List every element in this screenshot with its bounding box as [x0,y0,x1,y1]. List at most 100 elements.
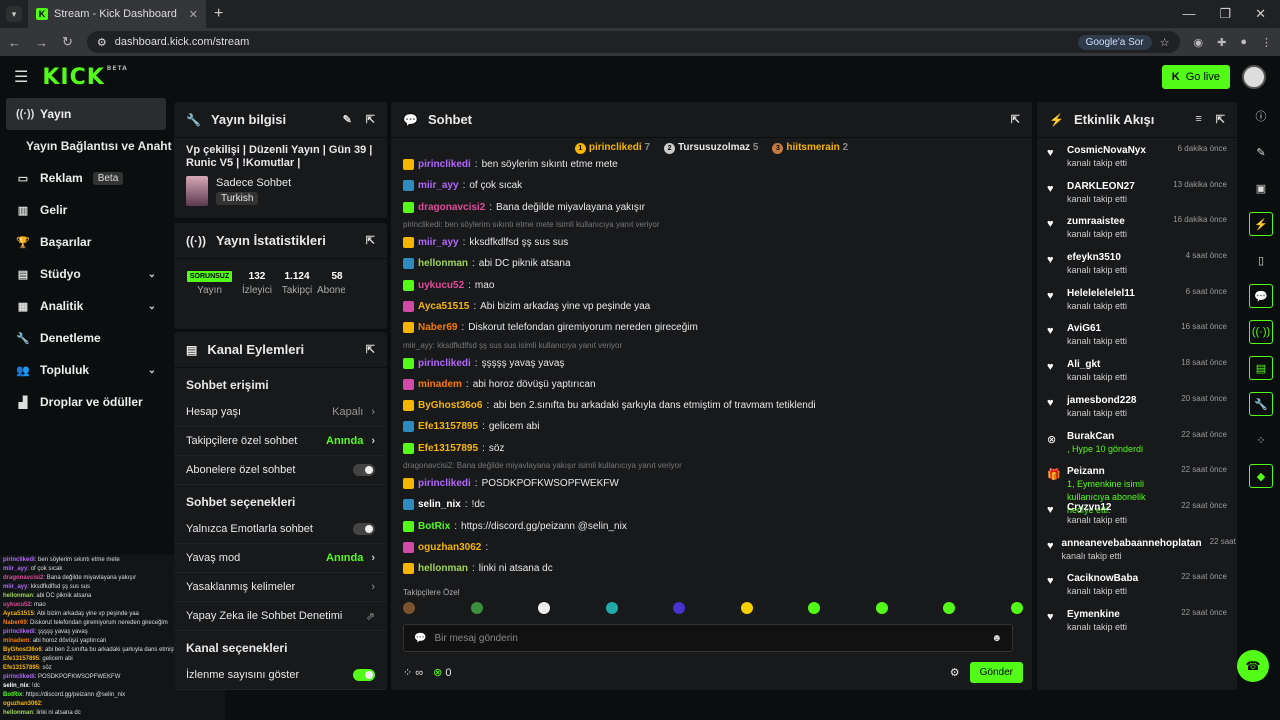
emote-icon[interactable] [943,602,956,614]
emote-icon[interactable] [808,602,821,614]
chat-username[interactable]: hellonman [418,258,468,269]
sidebar-item-droplar[interactable]: ▟ Droplar ve ödüller [0,386,172,418]
activity-username[interactable]: Helelelelelel11 [1067,287,1178,300]
chat-username[interactable]: pirinclikedi [418,159,471,170]
sidebar-item-yayin[interactable]: ((·)) Yayın [6,98,166,130]
sidebar-item-denetleme[interactable]: 🔧 Denetleme [0,322,172,354]
chat-username[interactable]: Efe13157895 [418,443,478,454]
activity-username[interactable]: BurakCan [1067,430,1173,443]
popout-icon[interactable]: ⇱ [366,113,375,126]
chat-username[interactable]: miir_ayy [418,180,459,191]
activity-username[interactable]: Peizann [1067,465,1173,478]
chat-username[interactable]: miir_ayy [418,237,459,248]
chat-username[interactable]: BotRix [418,521,450,532]
emote-icon[interactable] [740,602,753,614]
emote-icon[interactable] [875,602,888,614]
browser-menu-icon[interactable]: ⋮ [1261,36,1272,49]
activity-username[interactable]: Eymenkine [1067,608,1173,621]
category-thumbnail[interactable] [186,176,208,206]
sidebar-item-studyo[interactable]: ▤ Stüdyo ⌄ [0,258,172,290]
site-info-icon[interactable]: ⚙ [97,36,107,49]
new-tab-icon[interactable]: + [214,5,223,23]
top-gifter[interactable]: 3 hiitsmerain 2 [772,142,848,154]
chat-message-input[interactable]: 💬 Bir mesaj gönderin ☻ [403,624,1013,652]
setting-followers-only[interactable]: Takipçilere özel sohbet Anında › [174,427,387,456]
sidebar-item-analitik[interactable]: ▦ Analitik ⌄ [0,290,172,322]
activity-username[interactable]: jamesbond228 [1067,394,1173,407]
popout-icon[interactable]: ⇱ [1216,113,1225,126]
extension-icon[interactable]: ◉ [1194,36,1204,49]
emote-icon[interactable] [538,602,551,614]
chat-username[interactable]: Efe13157895 [418,421,478,432]
chat-username[interactable]: Naber69 [418,322,457,333]
chat-username[interactable]: dragonavcisi2 [418,202,485,213]
lightning-icon[interactable]: ⚡ [1249,212,1273,236]
subscribers-only-toggle[interactable] [353,464,375,476]
emote-icon[interactable] [673,602,686,614]
url-field[interactable]: ⚙ dashboard.kick.com/stream Google'a Sor… [86,31,1180,53]
extensions-puzzle-icon[interactable]: ✚ [1217,36,1226,49]
edit-icon[interactable]: ✎ [343,113,352,126]
chat-username[interactable]: pirinclikedi [418,358,471,369]
chat-username[interactable]: ByGhost36o6 [418,400,482,411]
chat-bubble-icon[interactable]: 💬 [1249,284,1273,308]
support-chat-button[interactable]: ☎ [1237,650,1269,682]
wrench-icon[interactable]: 🔧 [1249,392,1273,416]
emote-only-toggle[interactable] [353,523,375,535]
kick-logo[interactable]: KICK BETA [42,65,127,90]
activity-username[interactable]: Cryzvn12 [1067,501,1173,514]
tab-search-icon[interactable]: ▾ [6,6,22,22]
activity-username[interactable]: anneanevebabaannehoplatan [1062,537,1202,550]
broadcast-icon[interactable]: ((·)) [1249,320,1273,344]
browser-tab[interactable]: K Stream - Kick Dashboard ✕ [28,0,206,28]
chat-username[interactable]: uykucu52 [418,280,464,291]
bookmark-star-icon[interactable]: ☆ [1160,36,1170,49]
sidebar-item-stream-key[interactable]: Yayın Bağlantısı ve Anahtarı [0,130,172,162]
language-tag[interactable]: Turkish [216,192,259,205]
setting-ai-moderation[interactable]: Yapay Zeka ile Sohbet Denetimi ⇗ [174,602,387,631]
forward-icon[interactable]: → [35,35,48,50]
filter-icon[interactable]: ≡ [1195,113,1201,126]
points-icon[interactable]: ⁘ [1249,428,1273,452]
maximize-icon[interactable]: ❐ [1219,6,1231,22]
chat-username[interactable]: hellonman [418,563,468,574]
kick-points-icon[interactable]: ⊗ 0 [433,666,451,679]
emoji-picker-icon[interactable]: ☻ [991,633,1002,644]
activity-username[interactable]: CosmicNovaNyx [1067,144,1170,157]
back-icon[interactable]: ← [8,35,21,50]
close-tab-icon[interactable]: ✕ [189,8,198,21]
drops-icon[interactable]: ◆ [1249,464,1273,488]
emote-icon[interactable] [403,602,415,614]
chat-username[interactable]: pirinclikedi [418,478,471,489]
points-icon[interactable]: ⁘ ∞ [403,666,423,679]
activity-username[interactable]: Ali_gkt [1067,358,1173,371]
top-gifter[interactable]: 2 Tursusuzolmaz 5 [664,142,758,154]
category-name[interactable]: Sadece Sohbet [216,177,291,189]
google-ask-button[interactable]: Google'a Sor [1077,34,1152,50]
activity-username[interactable]: DARKLEON27 [1067,180,1165,193]
chat-username[interactable]: selin_nix [418,499,461,510]
activity-username[interactable]: CaciknowBaba [1067,572,1173,585]
close-window-icon[interactable]: ✕ [1255,6,1266,22]
popout-icon[interactable]: ⇱ [1011,113,1020,126]
top-gifter[interactable]: 1 pirinclikedi 7 [574,142,650,154]
go-live-button[interactable]: K Go live [1161,65,1230,89]
setting-slow-mode[interactable]: Yavaş mod Anında › [174,544,387,573]
setting-account-age[interactable]: Hesap yaşı Kapalı › [174,398,387,427]
chat-username[interactable]: oguzhan3062 [418,542,481,553]
chat-settings-icon[interactable]: ⚙ [950,666,960,679]
popout-icon[interactable]: ⇱ [366,343,375,356]
activity-username[interactable]: AviG61 [1067,322,1173,335]
send-button[interactable]: Gönder [969,662,1023,683]
chat-username[interactable]: minadem [418,379,462,390]
setting-banned-words[interactable]: Yasaklanmış kelimeler › [174,573,387,602]
menu-icon[interactable]: ☰ [14,67,28,87]
actions-icon[interactable]: ▤ [1249,356,1273,380]
sidebar-item-basarilar[interactable]: 🏆 Başarılar [0,226,172,258]
avatar[interactable] [1242,65,1266,89]
stats-icon[interactable]: ▣ [1249,176,1273,200]
edit-icon[interactable]: ✎ [1249,140,1273,164]
popout-icon[interactable]: ⇱ [366,234,375,247]
emote-icon[interactable] [470,602,483,614]
info-icon[interactable]: ⓘ [1249,104,1273,128]
